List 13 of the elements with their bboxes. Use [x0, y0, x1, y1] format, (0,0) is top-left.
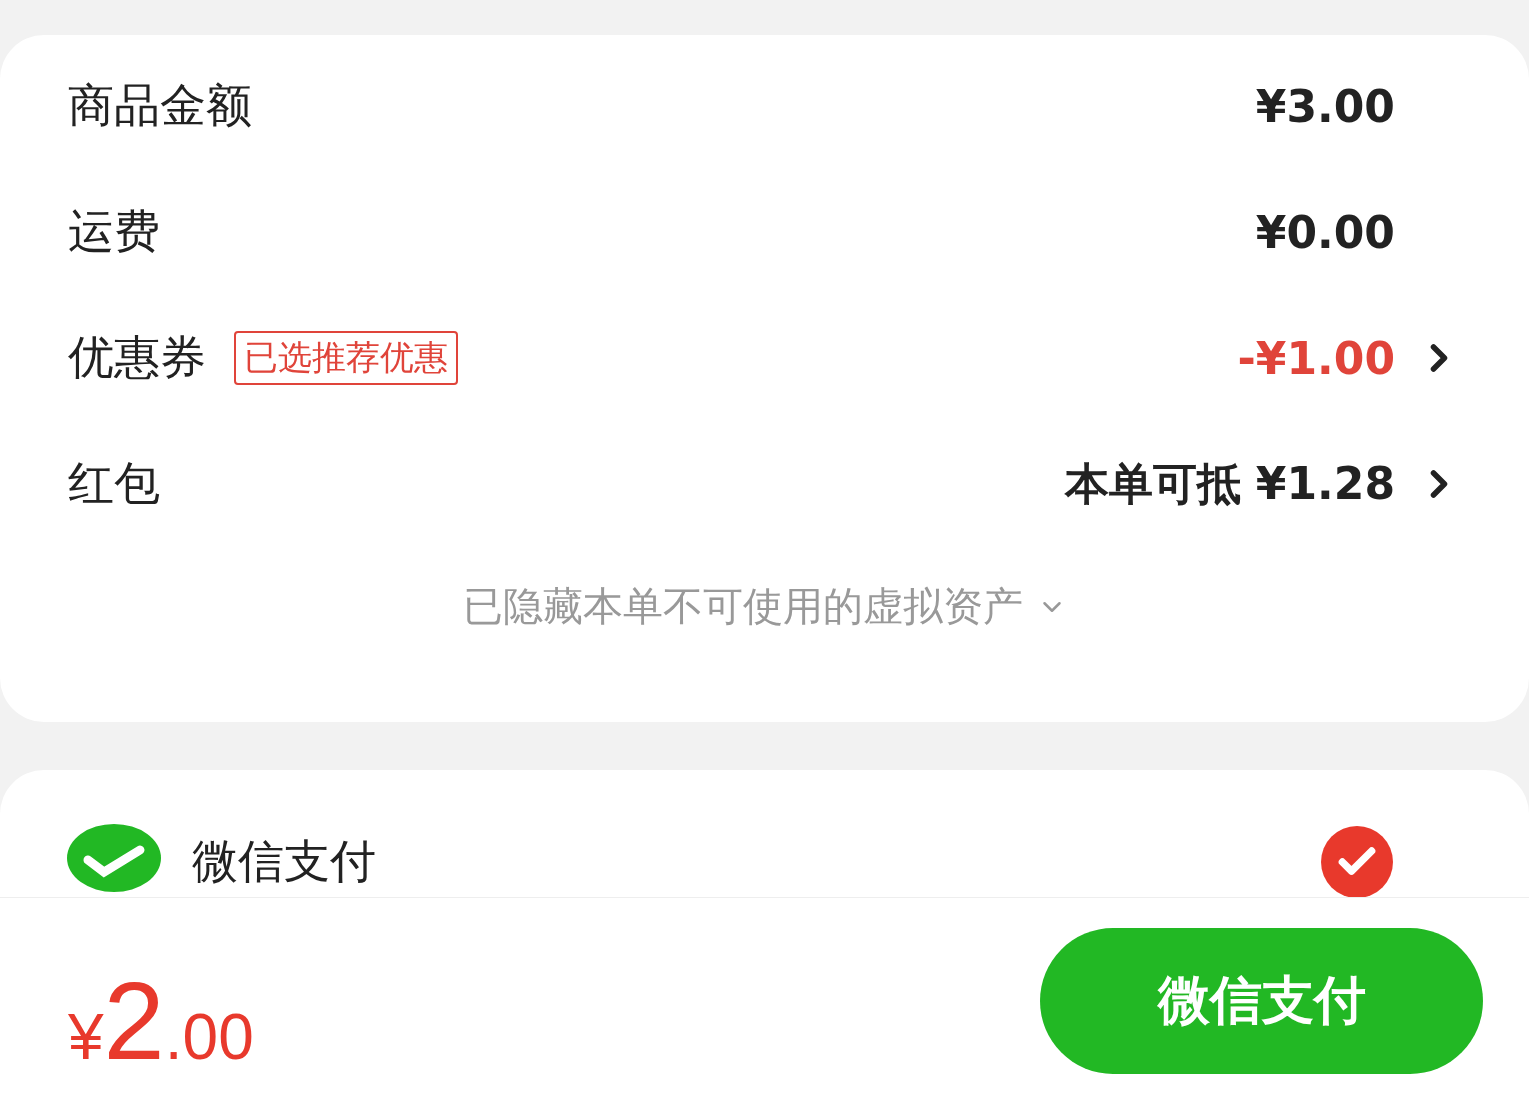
row-value: -¥1.00 [1237, 332, 1395, 384]
row-label: 运费 [68, 203, 160, 260]
row-label: 优惠券 [68, 329, 206, 386]
row-value: 本单可抵 ¥1.28 [1064, 456, 1395, 511]
row-label: 红包 [68, 455, 160, 512]
total-price: ¥2.00 [68, 958, 254, 1084]
payment-method-name[interactable]: 微信支付 [192, 831, 376, 893]
pay-button[interactable]: 微信支付 [1040, 927, 1483, 1074]
coupon-tag: 已选推荐优惠 [234, 331, 458, 385]
hidden-assets-hint[interactable]: 已隐藏本单不可使用的虚拟资产 [462, 579, 1023, 634]
row-value: ¥3.00 [1255, 80, 1395, 132]
row-label: 商品金额 [68, 77, 252, 134]
row-value: ¥0.00 [1255, 206, 1395, 258]
